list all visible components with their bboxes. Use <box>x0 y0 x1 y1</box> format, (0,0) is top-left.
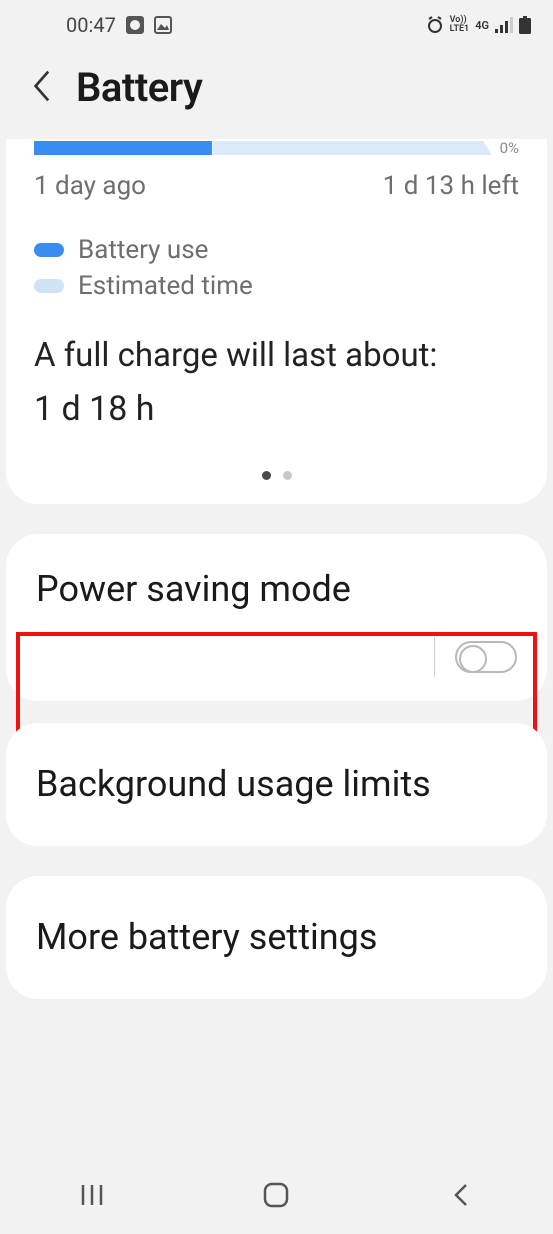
full-charge-label: A full charge will last about: <box>34 335 519 376</box>
battery-bar-used <box>34 141 212 155</box>
swatch-battery-use <box>34 243 64 257</box>
data-label: 4G <box>475 19 489 32</box>
picture-icon <box>154 16 172 34</box>
pager-dot-2[interactable] <box>283 471 292 480</box>
battery-time-row: 1 day ago 1 d 13 h left <box>34 171 519 201</box>
full-charge-value: 1 d 18 h <box>34 388 519 431</box>
back-icon[interactable] <box>30 68 52 108</box>
alarm-icon <box>426 16 444 34</box>
battery-status-icon <box>519 16 531 34</box>
power-saving-title: Power saving mode <box>36 568 517 611</box>
background-usage-title: Background usage limits <box>36 763 517 806</box>
background-usage-row[interactable]: Background usage limits <box>6 723 547 846</box>
navigation-bar <box>0 1156 553 1234</box>
page-header: Battery <box>0 44 553 137</box>
status-bar: 00:47 Vo)) LTE1 4G <box>0 0 553 44</box>
legend-estimated-time: Estimated time <box>34 271 519 301</box>
power-saving-toggle[interactable] <box>455 641 517 673</box>
battery-bar: 0% <box>34 139 519 157</box>
time-ago-label: 1 day ago <box>34 171 146 201</box>
status-time: 00:47 <box>66 13 116 37</box>
time-left-label: 1 d 13 h left <box>383 171 519 201</box>
status-left: 00:47 <box>66 13 172 37</box>
home-button[interactable] <box>257 1176 295 1214</box>
more-battery-title: More battery settings <box>36 916 517 959</box>
battery-legend: Battery use Estimated time <box>34 235 519 301</box>
swatch-estimated <box>34 279 64 293</box>
power-saving-row[interactable]: Power saving mode <box>6 534 547 701</box>
signal-icon <box>495 17 513 33</box>
legend-est-label: Estimated time <box>78 271 253 301</box>
legend-battery-use: Battery use <box>34 235 519 265</box>
recents-button[interactable] <box>73 1176 111 1214</box>
battery-bar-estimated <box>212 141 491 155</box>
zero-percent-label: 0% <box>500 139 519 157</box>
more-battery-row[interactable]: More battery settings <box>6 876 547 999</box>
divider <box>434 637 435 677</box>
pager-dots[interactable] <box>34 471 519 480</box>
clock-app-icon <box>126 16 144 34</box>
volte-label: Vo)) LTE1 <box>450 16 470 34</box>
power-saving-toggle-wrap <box>36 637 517 677</box>
battery-bar-track <box>34 141 492 155</box>
battery-usage-card: 0% 1 day ago 1 d 13 h left Battery use E… <box>6 139 547 504</box>
full-charge-text: A full charge will last about: 1 d 18 h <box>34 335 519 431</box>
page-title: Battery <box>76 64 202 111</box>
legend-use-label: Battery use <box>78 235 208 265</box>
pager-dot-1[interactable] <box>262 471 271 480</box>
back-button[interactable] <box>442 1176 480 1214</box>
status-right: Vo)) LTE1 4G <box>426 16 531 34</box>
